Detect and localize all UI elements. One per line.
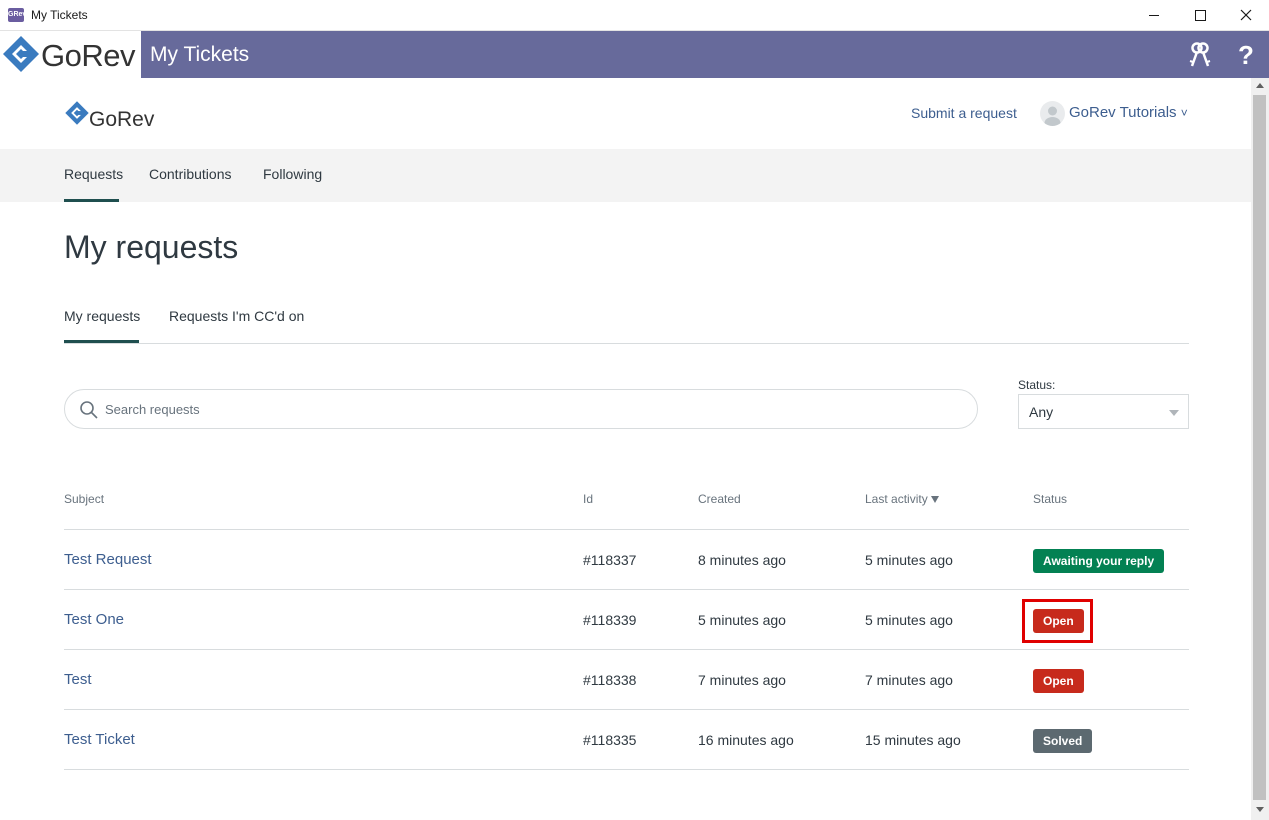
ticket-created: 5 minutes ago <box>698 612 786 628</box>
tab-my-requests[interactable]: My requests <box>64 308 140 324</box>
vertical-scrollbar[interactable] <box>1251 78 1269 820</box>
ticket-id: #118335 <box>583 732 637 748</box>
column-header-subject[interactable]: Subject <box>64 492 104 506</box>
app-logo-text: GoRev <box>41 38 135 73</box>
ticket-id: #118338 <box>583 672 637 688</box>
status-badge: Solved <box>1033 729 1093 753</box>
app-title: My Tickets <box>150 43 250 66</box>
portal-logo-icon[interactable] <box>64 100 90 126</box>
app-icon: GRev <box>8 8 26 22</box>
dropdown-caret-icon <box>1169 410 1179 416</box>
table-row-divider <box>64 709 1189 710</box>
page-title: My requests <box>64 229 239 265</box>
status-filter-select[interactable]: Any <box>1018 394 1189 429</box>
gorev-logo-icon <box>3 36 39 72</box>
portal-header: GoRev Submit a request GoRev Tutorials ˅ <box>0 78 1251 149</box>
close-button[interactable] <box>1223 0 1269 30</box>
table-row-divider <box>64 769 1189 770</box>
maximize-button[interactable] <box>1177 0 1223 30</box>
ticket-id: #118337 <box>583 552 637 568</box>
column-header-last-activity[interactable]: Last activity <box>865 492 939 506</box>
ticket-subject-link[interactable]: Test Ticket <box>64 731 135 748</box>
ticket-last-activity: 7 minutes ago <box>865 672 953 688</box>
subnav-active-indicator <box>64 199 119 202</box>
search-box[interactable] <box>64 389 978 429</box>
sub-navigation: Requests Contributions Following <box>0 149 1251 202</box>
status-badge: Open <box>1033 669 1084 693</box>
minimize-button[interactable] <box>1131 0 1177 30</box>
tabs-divider <box>64 343 1189 344</box>
scroll-down-arrow-icon[interactable] <box>1256 807 1264 812</box>
subnav-following[interactable]: Following <box>263 166 322 182</box>
window-title: My Tickets <box>31 8 88 22</box>
status-badge: Awaiting your reply <box>1033 549 1165 573</box>
user-menu[interactable]: GoRev Tutorials ˅ <box>1069 104 1188 121</box>
keys-button[interactable] <box>1185 40 1215 70</box>
ticket-last-activity: 15 minutes ago <box>865 732 961 748</box>
app-header: GoRev My Tickets ? <box>0 31 1269 78</box>
table-row-divider <box>64 649 1189 650</box>
submit-request-link[interactable]: Submit a request <box>911 105 1017 121</box>
ticket-subject-link[interactable]: Test <box>64 671 92 688</box>
app-logo: GoRev <box>0 31 141 78</box>
column-header-status[interactable]: Status <box>1033 492 1067 506</box>
table-row-divider <box>64 589 1189 590</box>
column-header-created[interactable]: Created <box>698 492 741 506</box>
status-filter-value: Any <box>1029 404 1054 420</box>
search-icon <box>80 401 98 419</box>
scrollbar-thumb[interactable] <box>1253 95 1266 800</box>
ticket-last-activity: 5 minutes ago <box>865 552 953 568</box>
subnav-contributions[interactable]: Contributions <box>149 166 232 182</box>
ticket-id: #118339 <box>583 612 637 628</box>
user-avatar-icon <box>1044 106 1061 126</box>
chevron-down-icon: ˅ <box>1180 106 1188 120</box>
minimize-icon <box>1148 14 1159 16</box>
highlight-box <box>1022 599 1093 643</box>
subnav-requests[interactable]: Requests <box>64 166 123 182</box>
window-titlebar: GRev My Tickets <box>0 0 1269 31</box>
ticket-created: 7 minutes ago <box>698 672 786 688</box>
status-filter-label: Status: <box>1018 378 1056 392</box>
column-header-last-activity-label: Last activity <box>865 492 928 506</box>
column-header-id[interactable]: Id <box>583 492 593 506</box>
help-button[interactable]: ? <box>1231 40 1261 70</box>
help-icon: ? <box>1238 39 1254 70</box>
tab-cc-requests[interactable]: Requests I'm CC'd on <box>169 308 304 324</box>
avatar[interactable] <box>1040 101 1065 126</box>
ticket-created: 8 minutes ago <box>698 552 786 568</box>
portal-logo-text[interactable]: GoRev <box>89 108 154 132</box>
ticket-subject-link[interactable]: Test One <box>64 611 124 628</box>
user-name: GoRev Tutorials <box>1069 104 1177 121</box>
ticket-subject-link[interactable]: Test Request <box>64 551 152 568</box>
ticket-created: 16 minutes ago <box>698 732 794 748</box>
maximize-icon <box>1194 9 1206 21</box>
sort-descending-icon <box>930 496 939 503</box>
scroll-up-arrow-icon[interactable] <box>1256 83 1264 88</box>
keys-icon <box>1189 42 1211 67</box>
table-header-divider <box>64 529 1189 530</box>
ticket-last-activity: 5 minutes ago <box>865 612 953 628</box>
search-input[interactable] <box>105 399 955 419</box>
close-icon <box>1240 9 1252 21</box>
